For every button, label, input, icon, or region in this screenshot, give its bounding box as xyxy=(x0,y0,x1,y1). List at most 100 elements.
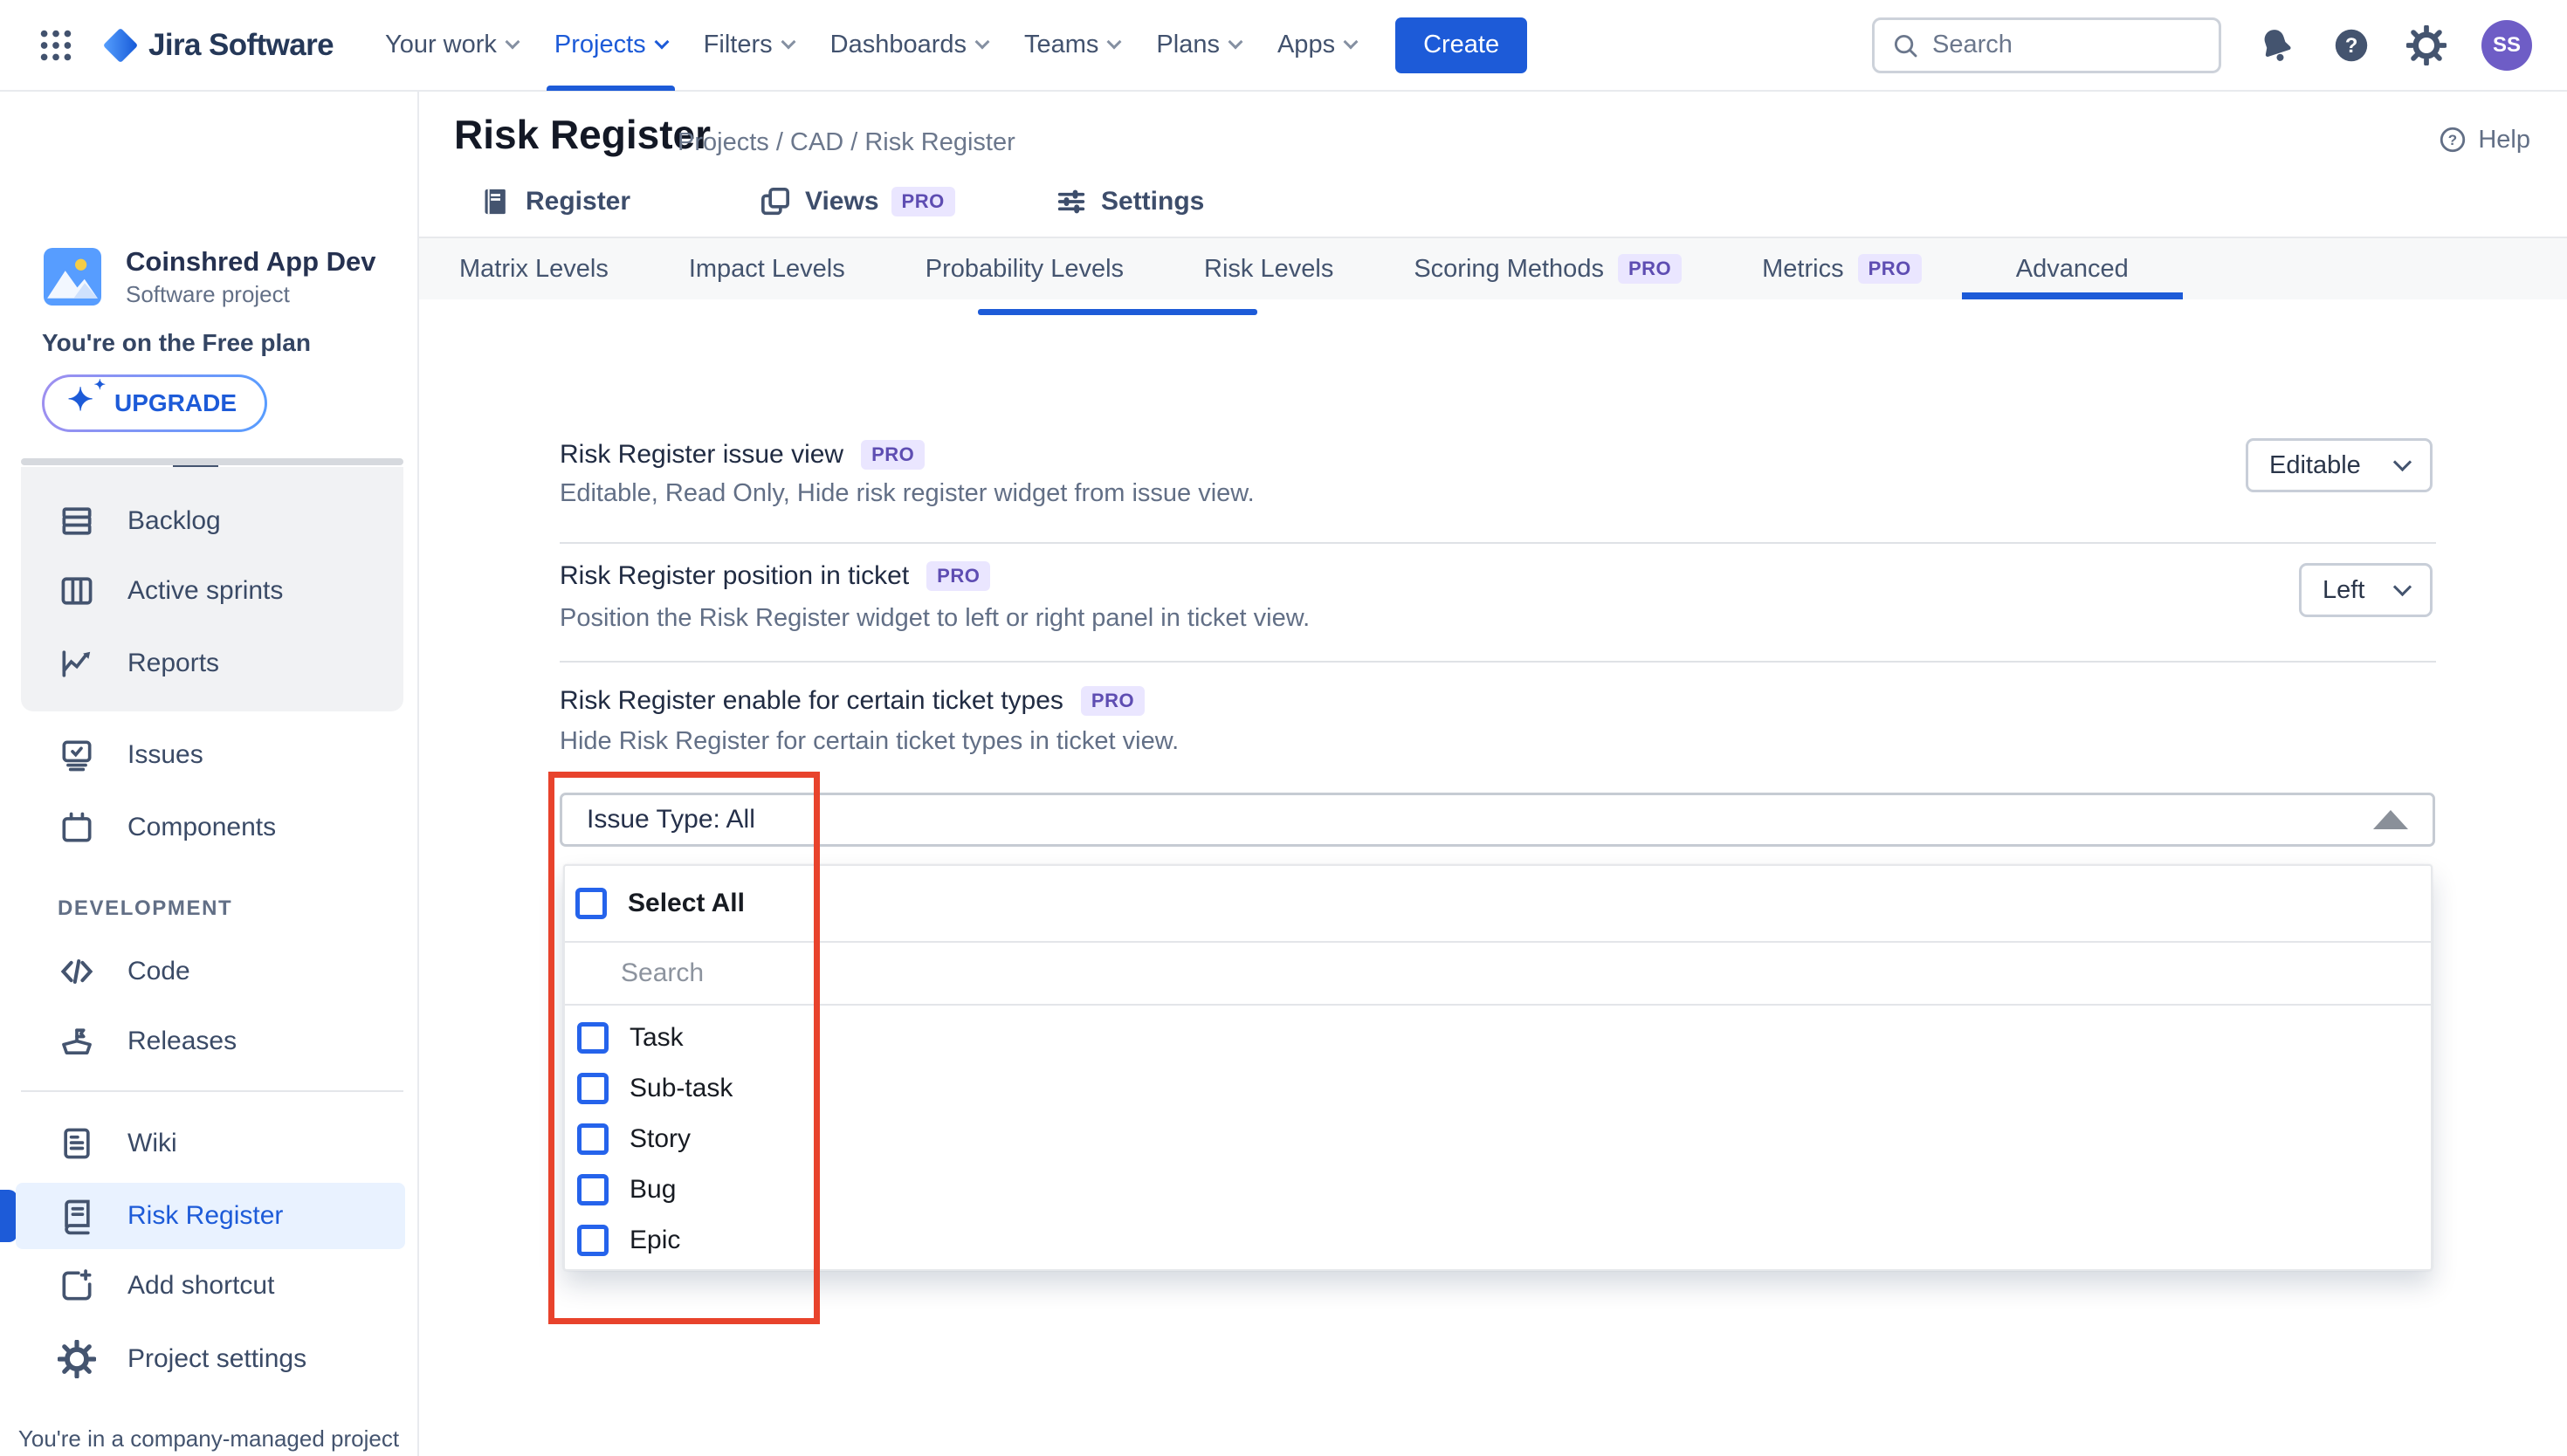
issue-type-option[interactable]: Task xyxy=(565,1013,2431,1063)
checkbox[interactable] xyxy=(577,1123,609,1155)
issue-type-option[interactable]: Sub-task xyxy=(565,1063,2431,1114)
user-avatar[interactable]: SS xyxy=(2481,20,2532,71)
nav-menu-item[interactable]: Apps xyxy=(1259,0,1374,91)
sidebar-item-wiki[interactable]: Wiki xyxy=(0,1109,417,1178)
sidebar-item-risk-register[interactable]: Risk Register xyxy=(16,1183,405,1249)
pro-badge: PRO xyxy=(1618,254,1682,284)
issues-icon xyxy=(58,736,96,774)
issue-type-option[interactable]: Story xyxy=(565,1114,2431,1164)
chevron-down-icon xyxy=(781,34,795,49)
subtab-item[interactable]: Matrix Levels xyxy=(419,238,649,299)
subtab-item[interactable]: Advanced xyxy=(1962,238,2183,299)
page-title: Risk Register xyxy=(454,111,711,158)
position-select[interactable]: Left xyxy=(2299,563,2433,617)
issue-view-select[interactable]: Editable xyxy=(2246,438,2433,492)
divider xyxy=(560,542,2436,544)
sidebar-item-issues[interactable]: Issues xyxy=(0,720,417,790)
active-tab-underline xyxy=(978,309,1257,315)
setting-desc-issue-view: Editable, Read Only, Hide risk register … xyxy=(560,476,1255,511)
select-all-option[interactable]: Select All xyxy=(565,866,2431,943)
checkbox[interactable] xyxy=(577,1022,609,1054)
tab-register[interactable]: Register xyxy=(478,184,630,219)
development-section-header: DEVELOPMENT xyxy=(58,896,232,921)
chevron-down-icon xyxy=(1107,34,1122,49)
sidebar: Coinshred App Dev Software project You'r… xyxy=(0,92,419,1456)
sidebar-divider xyxy=(21,1090,403,1092)
notifications-bell-icon[interactable] xyxy=(2256,25,2296,65)
nav-menu-item[interactable]: Projects xyxy=(536,0,685,91)
main-menu: Your work Projects Filters Dashboards Te… xyxy=(367,0,1374,91)
sidebar-item-project-settings[interactable]: Project settings xyxy=(0,1324,417,1394)
chevron-down-icon xyxy=(654,34,669,49)
subtab-item[interactable]: Metrics PRO xyxy=(1722,238,1962,299)
sidebar-item-reports[interactable]: Reports xyxy=(21,628,403,698)
logo-text: Jira Software xyxy=(148,28,334,63)
chevron-down-icon xyxy=(1228,34,1242,49)
breadcrumb[interactable]: Projects / CAD / Risk Register xyxy=(678,128,1015,157)
help-link[interactable]: ? Help xyxy=(2438,125,2530,155)
nav-menu-item[interactable]: Your work xyxy=(367,0,536,91)
line-chart-icon xyxy=(58,644,96,683)
collapse-triangle-icon xyxy=(2373,810,2408,829)
pro-badge: PRO xyxy=(1858,254,1922,284)
jira-logo[interactable]: Jira Software xyxy=(98,23,334,68)
sidebar-item-active-sprints[interactable]: Active sprints xyxy=(21,556,403,626)
issue-type-option[interactable]: Bug xyxy=(565,1164,2431,1215)
subtab-item[interactable]: Scoring Methods PRO xyxy=(1373,238,1722,299)
sidebar-item-code[interactable]: Code xyxy=(0,937,417,1006)
sidebar-item-components[interactable]: Components xyxy=(0,793,417,862)
settings-gear-icon[interactable] xyxy=(2406,25,2447,65)
issue-type-dropdown: Select All Task Sub-task Story xyxy=(563,864,2433,1271)
sidebar-item-backlog[interactable]: Backlog xyxy=(21,486,403,556)
pro-badge: PRO xyxy=(926,561,990,591)
tab-views[interactable]: Views PRO xyxy=(758,184,955,219)
chevron-down-icon xyxy=(975,34,990,49)
subtab-item[interactable]: Probability Levels xyxy=(885,238,1164,299)
sliders-icon xyxy=(1054,184,1089,219)
nav-menu-item[interactable]: Plans xyxy=(1138,0,1259,91)
svg-text:?: ? xyxy=(2448,132,2457,148)
checkbox[interactable] xyxy=(577,1174,609,1205)
nav-menu-item[interactable]: Filters xyxy=(685,0,812,91)
settings-subtabs: Matrix Levels Impact Levels Probability … xyxy=(419,237,2567,299)
app-tabs: Register Views PRO xyxy=(419,170,2567,238)
dropdown-search-input[interactable] xyxy=(621,958,1707,988)
help-circle-icon[interactable]: ? xyxy=(2331,25,2371,65)
upgrade-button[interactable]: UPGRADE xyxy=(42,374,267,432)
sidebar-item-releases[interactable]: Releases xyxy=(0,1006,417,1076)
board-icon xyxy=(58,572,96,610)
pro-badge: PRO xyxy=(861,440,925,470)
divider xyxy=(560,661,2436,663)
nav-menu-item[interactable]: Teams xyxy=(1006,0,1138,91)
nav-menu-item[interactable]: Dashboards xyxy=(812,0,1006,91)
setting-label-issue-view: Risk Register issue view PRO xyxy=(560,436,925,474)
pro-badge: PRO xyxy=(1081,686,1145,716)
search-icon xyxy=(1890,31,1920,60)
nav-right-cluster: ? SS xyxy=(1872,17,2532,73)
backlog-icon xyxy=(58,502,96,540)
global-search[interactable] xyxy=(1872,17,2221,73)
checkbox[interactable] xyxy=(575,888,607,919)
book-icon xyxy=(58,1197,96,1235)
app-switcher-icon[interactable] xyxy=(31,21,80,70)
tab-settings[interactable]: Settings xyxy=(1054,184,1204,219)
register-book-icon xyxy=(478,184,513,219)
project-avatar xyxy=(44,248,101,306)
issue-type-options: Task Sub-task Story Bug Epic xyxy=(565,1006,2431,1266)
checkbox[interactable] xyxy=(577,1073,609,1104)
views-windows-icon xyxy=(758,184,793,219)
top-navigation: Jira Software Your work Projects Filters… xyxy=(0,0,2567,92)
sidebar-item-add-shortcut[interactable]: Add shortcut xyxy=(0,1251,417,1321)
svg-text:?: ? xyxy=(2345,34,2358,58)
search-input[interactable] xyxy=(1932,31,2203,59)
chevron-down-icon xyxy=(2393,452,2412,470)
checkbox[interactable] xyxy=(577,1225,609,1256)
project-type: Software project xyxy=(126,280,376,308)
issue-type-option[interactable]: Epic xyxy=(565,1215,2431,1266)
subtab-item[interactable]: Impact Levels xyxy=(649,238,885,299)
sparkle-icon xyxy=(67,385,104,422)
subtab-item[interactable]: Risk Levels xyxy=(1164,238,1373,299)
issue-type-select[interactable]: Issue Type: All xyxy=(560,793,2435,847)
create-button[interactable]: Create xyxy=(1395,17,1527,73)
setting-desc-ticket-types: Hide Risk Register for certain ticket ty… xyxy=(560,724,1179,759)
